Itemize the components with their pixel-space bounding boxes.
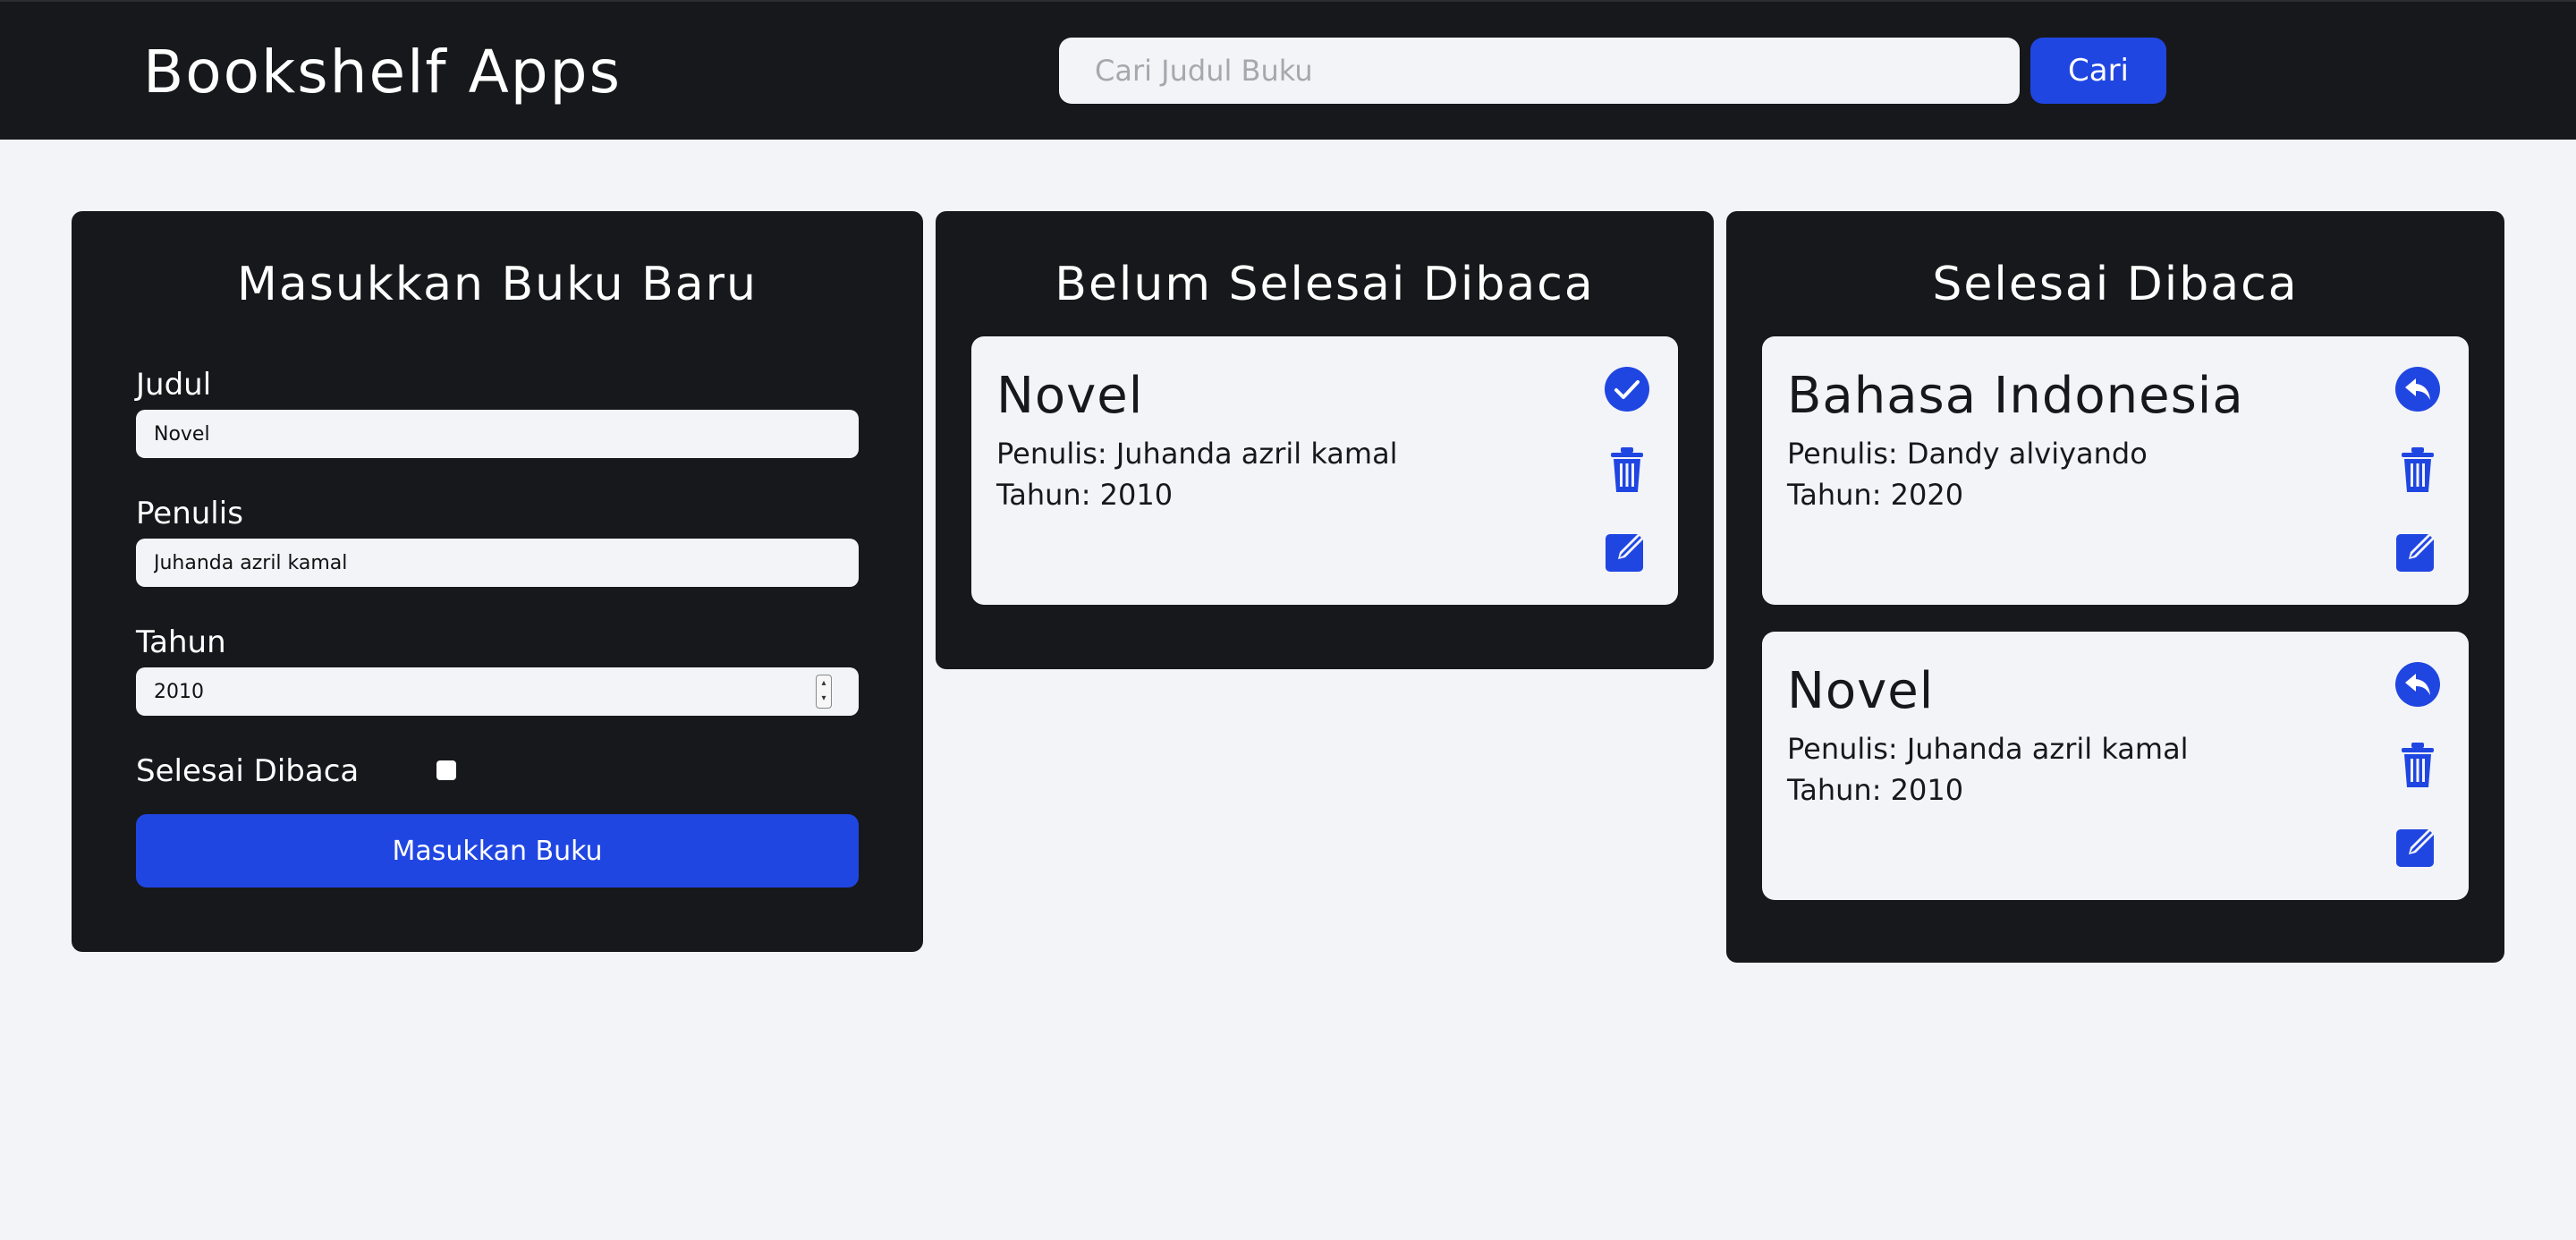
read-shelf-title: Selesai Dibaca bbox=[1932, 258, 2299, 311]
tahun-input[interactable] bbox=[136, 667, 859, 716]
book-card: Novel Penulis: Juhanda azril kamal Tahun… bbox=[1762, 632, 2469, 900]
book-year: Tahun: 2010 bbox=[996, 478, 1174, 512]
trash-icon[interactable] bbox=[2394, 446, 2442, 494]
book-card: Novel Penulis: Juhanda azril kamal Tahun… bbox=[971, 336, 1678, 605]
book-author: Penulis: Dandy alviyando bbox=[1787, 437, 2148, 471]
book-title: Novel bbox=[996, 367, 1144, 425]
penulis-label: Penulis bbox=[136, 496, 243, 531]
penulis-input[interactable] bbox=[136, 539, 859, 587]
search-button[interactable]: Cari bbox=[2030, 38, 2166, 104]
book-title: Novel bbox=[1787, 662, 1935, 720]
selesai-label: Selesai Dibaca bbox=[136, 753, 360, 789]
unread-shelf: Belum Selesai Dibaca Novel Penulis: Juha… bbox=[936, 211, 1714, 669]
judul-label: Judul bbox=[136, 367, 212, 403]
book-year: Tahun: 2010 bbox=[1787, 773, 1964, 807]
app-title: Bookshelf Apps bbox=[143, 38, 622, 106]
trash-icon[interactable] bbox=[2394, 741, 2442, 789]
edit-icon[interactable] bbox=[2394, 526, 2442, 574]
undo-circle-icon[interactable] bbox=[2394, 660, 2442, 709]
check-circle-icon[interactable] bbox=[1603, 365, 1651, 413]
judul-input[interactable] bbox=[136, 410, 859, 458]
book-title: Bahasa Indonesia bbox=[1787, 367, 2244, 425]
tahun-label: Tahun bbox=[136, 624, 226, 660]
undo-circle-icon[interactable] bbox=[2394, 365, 2442, 413]
submit-book-button[interactable]: Masukkan Buku bbox=[136, 814, 859, 888]
book-author: Penulis: Juhanda azril kamal bbox=[996, 437, 1398, 471]
read-shelf: Selesai Dibaca Bahasa Indonesia Penulis:… bbox=[1726, 211, 2504, 963]
book-year: Tahun: 2020 bbox=[1787, 478, 1964, 512]
add-book-panel: Masukkan Buku Baru Judul Penulis Tahun ▴… bbox=[72, 211, 923, 952]
edit-icon[interactable] bbox=[1603, 526, 1651, 574]
tahun-spinner[interactable]: ▴ ▾ bbox=[816, 675, 832, 709]
add-book-title: Masukkan Buku Baru bbox=[237, 258, 758, 311]
trash-icon[interactable] bbox=[1603, 446, 1651, 494]
app-header: Bookshelf Apps Cari bbox=[0, 0, 2576, 140]
edit-icon[interactable] bbox=[2394, 821, 2442, 870]
unread-shelf-title: Belum Selesai Dibaca bbox=[1055, 258, 1595, 311]
selesai-checkbox[interactable] bbox=[436, 760, 456, 780]
book-author: Penulis: Juhanda azril kamal bbox=[1787, 732, 2189, 766]
search-input[interactable] bbox=[1059, 38, 2020, 104]
book-card: Bahasa Indonesia Penulis: Dandy alviyand… bbox=[1762, 336, 2469, 605]
